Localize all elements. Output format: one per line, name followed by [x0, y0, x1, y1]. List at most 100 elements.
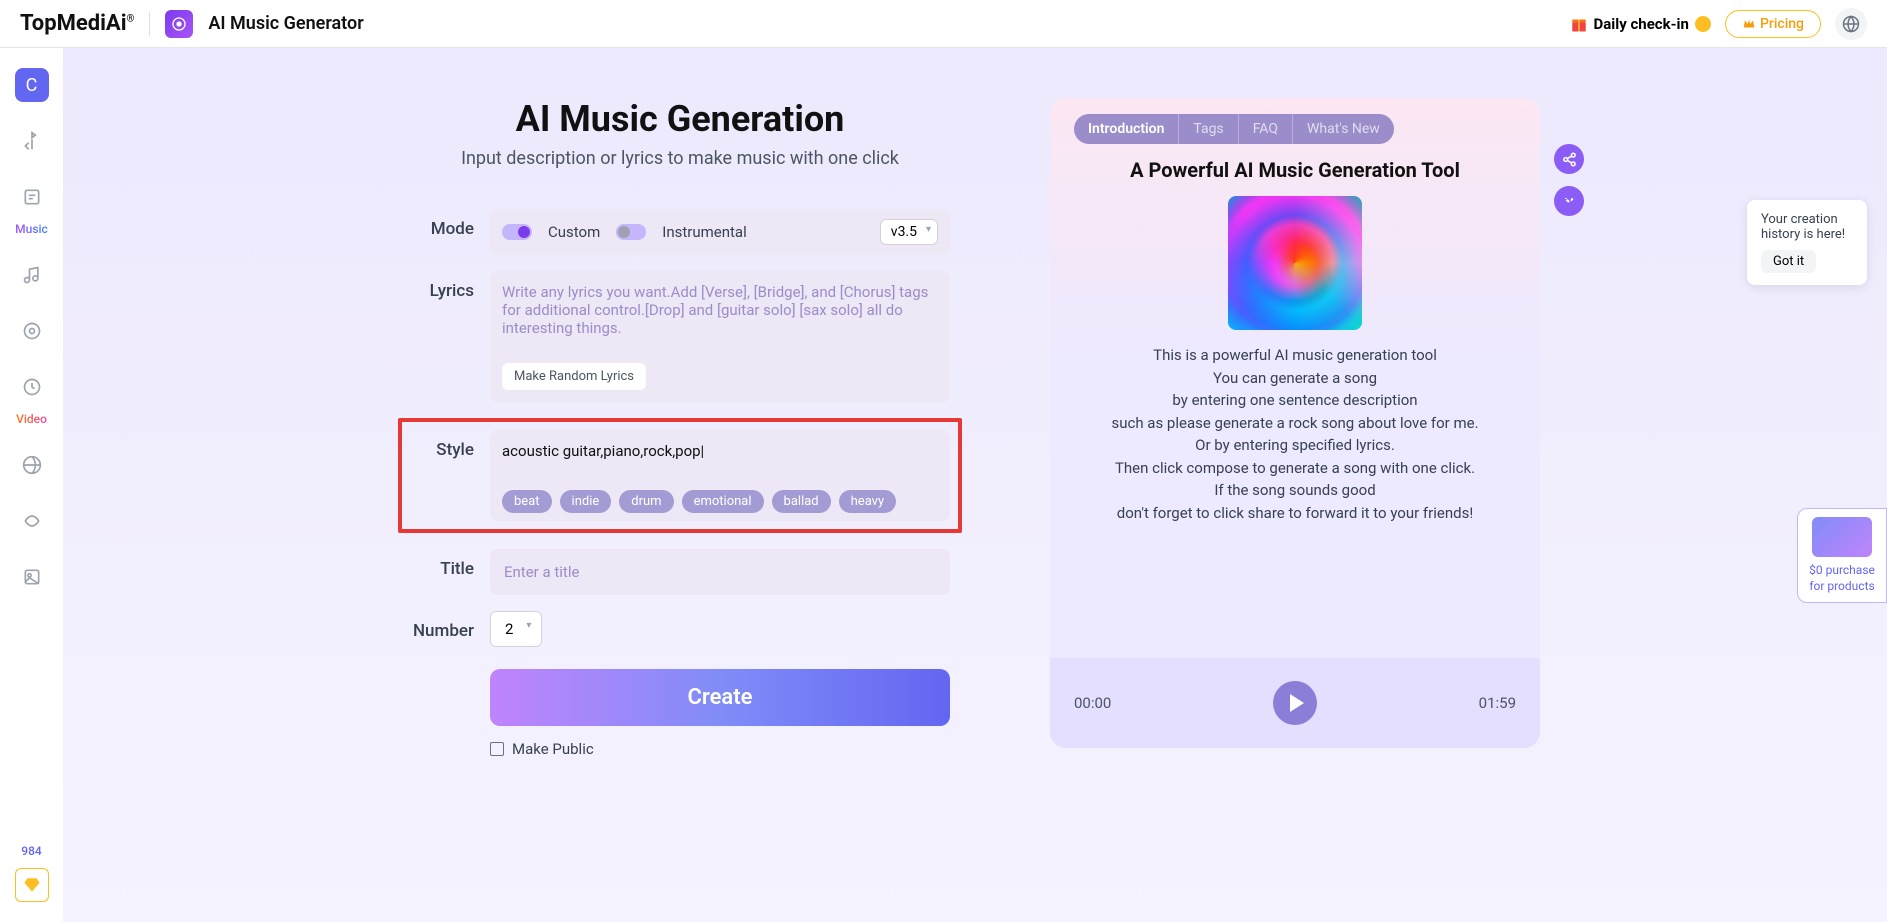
- style-wrap: acoustic guitar,piano,rock,pop| beat ind…: [490, 430, 950, 521]
- play-icon: [1290, 694, 1304, 712]
- panel-title: A Powerful AI Music Generation Tool: [1050, 158, 1540, 182]
- style-tag[interactable]: drum: [619, 490, 673, 513]
- language-button[interactable]: [1835, 8, 1867, 40]
- form-section: AI Music Generation Input description or…: [410, 98, 950, 922]
- credits-value: 984: [21, 844, 41, 858]
- tab-introduction[interactable]: Introduction: [1074, 114, 1179, 144]
- title-row: Title: [410, 549, 950, 595]
- promo-image: [1812, 517, 1872, 557]
- sidebar-lipsync-icon[interactable]: [15, 504, 49, 538]
- header-left: TopMediAi® AI Music Generator: [20, 10, 364, 38]
- sidebar-video-label: Video: [16, 412, 47, 426]
- create-row: Create Make Public: [410, 663, 950, 758]
- style-row-highlighted: Style acoustic guitar,piano,rock,pop| be…: [398, 418, 962, 533]
- header: TopMediAi® AI Music Generator Daily chec…: [0, 0, 1887, 48]
- sidebar-music-icon[interactable]: [15, 258, 49, 292]
- sidebar-photo-icon[interactable]: [15, 560, 49, 594]
- globe-icon: [1842, 15, 1860, 33]
- daily-checkin[interactable]: Daily check-in: [1570, 15, 1711, 33]
- logo-sup: ®: [127, 14, 135, 25]
- sidebar-bottom: 984: [15, 844, 49, 902]
- public-checkbox[interactable]: [490, 742, 504, 756]
- header-right: Daily check-in Pricing: [1570, 8, 1868, 40]
- checkin-label: Daily check-in: [1594, 15, 1689, 33]
- style-tag[interactable]: beat: [502, 490, 552, 513]
- sidebar-text-icon[interactable]: [15, 180, 49, 214]
- mode-row: Mode Custom Instrumental v3.5: [410, 209, 950, 255]
- style-tag[interactable]: heavy: [839, 490, 896, 513]
- sidebar-global-icon[interactable]: [15, 448, 49, 482]
- app-title: AI Music Generator: [208, 13, 363, 34]
- style-tags: beat indie drum emotional ballad heavy: [502, 490, 938, 513]
- main-content: AI Music Generation Input description or…: [63, 48, 1887, 922]
- coin-icon: [1695, 16, 1711, 32]
- lyrics-label: Lyrics: [410, 271, 490, 301]
- tab-whatsnew[interactable]: What's New: [1293, 114, 1394, 144]
- custom-toggle[interactable]: [502, 224, 532, 240]
- share-icon: [1562, 152, 1577, 167]
- title-label: Title: [410, 549, 490, 579]
- style-tag[interactable]: emotional: [682, 490, 764, 513]
- pricing-button[interactable]: Pricing: [1725, 10, 1821, 38]
- number-row: Number 2: [410, 611, 950, 647]
- play-button[interactable]: [1273, 681, 1317, 725]
- lyrics-textarea[interactable]: [502, 283, 938, 353]
- info-tabs: Introduction Tags FAQ What's New: [1074, 114, 1394, 144]
- history-button[interactable]: [1554, 186, 1584, 216]
- logo[interactable]: TopMediAi®: [20, 11, 134, 36]
- title-wrap: [490, 549, 950, 595]
- number-label: Number: [410, 611, 490, 641]
- gift-icon: [1570, 15, 1588, 33]
- tab-faq[interactable]: FAQ: [1239, 114, 1293, 144]
- mode-controls: Custom Instrumental v3.5: [490, 209, 950, 255]
- page-title: AI Music Generation: [410, 98, 950, 140]
- crown-icon: [1742, 17, 1756, 31]
- lyrics-wrap: Make Random Lyrics: [490, 271, 950, 402]
- title-input[interactable]: [490, 549, 950, 595]
- number-wrap: 2: [490, 611, 950, 647]
- tab-tags[interactable]: Tags: [1179, 114, 1238, 144]
- public-row: Make Public: [490, 740, 950, 758]
- promo-text: $0 purchase for products: [1806, 563, 1878, 594]
- lyrics-row: Lyrics Make Random Lyrics: [410, 271, 950, 402]
- style-tag[interactable]: ballad: [772, 490, 831, 513]
- promo-card[interactable]: $0 purchase for products: [1797, 508, 1887, 603]
- create-button[interactable]: Create: [490, 669, 950, 726]
- pricing-label: Pricing: [1760, 16, 1804, 32]
- public-label: Make Public: [512, 740, 594, 758]
- sidebar-cover-icon[interactable]: [15, 370, 49, 404]
- info-panel: Introduction Tags FAQ What's New A Power…: [1050, 98, 1540, 748]
- logo-text: TopMediAi: [20, 11, 127, 36]
- history-tooltip: Your creation history is here! Got it: [1747, 200, 1867, 285]
- instrumental-label: Instrumental: [662, 223, 746, 241]
- time-total: 01:59: [1479, 694, 1516, 712]
- time-current: 00:00: [1074, 694, 1111, 712]
- panel-description: This is a powerful AI music generation t…: [1050, 344, 1540, 524]
- buy-credits-button[interactable]: [15, 868, 49, 902]
- divider: [149, 12, 150, 36]
- style-tag[interactable]: indie: [560, 490, 612, 513]
- sidebar-disc-icon[interactable]: [15, 314, 49, 348]
- sidebar-create-icon[interactable]: C: [15, 68, 49, 102]
- tooltip-text: Your creation history is here!: [1761, 212, 1853, 242]
- sidebar-voice-icon[interactable]: [15, 124, 49, 158]
- history-icon: [1562, 194, 1577, 209]
- sidebar-music-label: Music: [15, 222, 48, 236]
- custom-label: Custom: [548, 223, 600, 241]
- version-select[interactable]: v3.5: [880, 219, 938, 245]
- right-panel-container: Introduction Tags FAQ What's New A Power…: [1050, 98, 1540, 922]
- diamond-icon: [23, 876, 41, 894]
- sidebar: C Music Video 984: [0, 48, 63, 922]
- mode-label: Mode: [410, 209, 490, 239]
- fab-column: [1554, 144, 1584, 216]
- style-textarea[interactable]: acoustic guitar,piano,rock,pop|: [502, 442, 938, 478]
- number-select[interactable]: 2: [490, 611, 542, 647]
- instrumental-toggle[interactable]: [616, 224, 646, 240]
- create-wrap: Create Make Public: [490, 663, 950, 758]
- random-lyrics-button[interactable]: Make Random Lyrics: [502, 363, 646, 390]
- app-icon: [165, 10, 193, 38]
- panel-artwork: [1228, 196, 1362, 330]
- tooltip-gotit-button[interactable]: Got it: [1761, 250, 1816, 273]
- share-button[interactable]: [1554, 144, 1584, 174]
- audio-player: 00:00 01:59: [1050, 658, 1540, 748]
